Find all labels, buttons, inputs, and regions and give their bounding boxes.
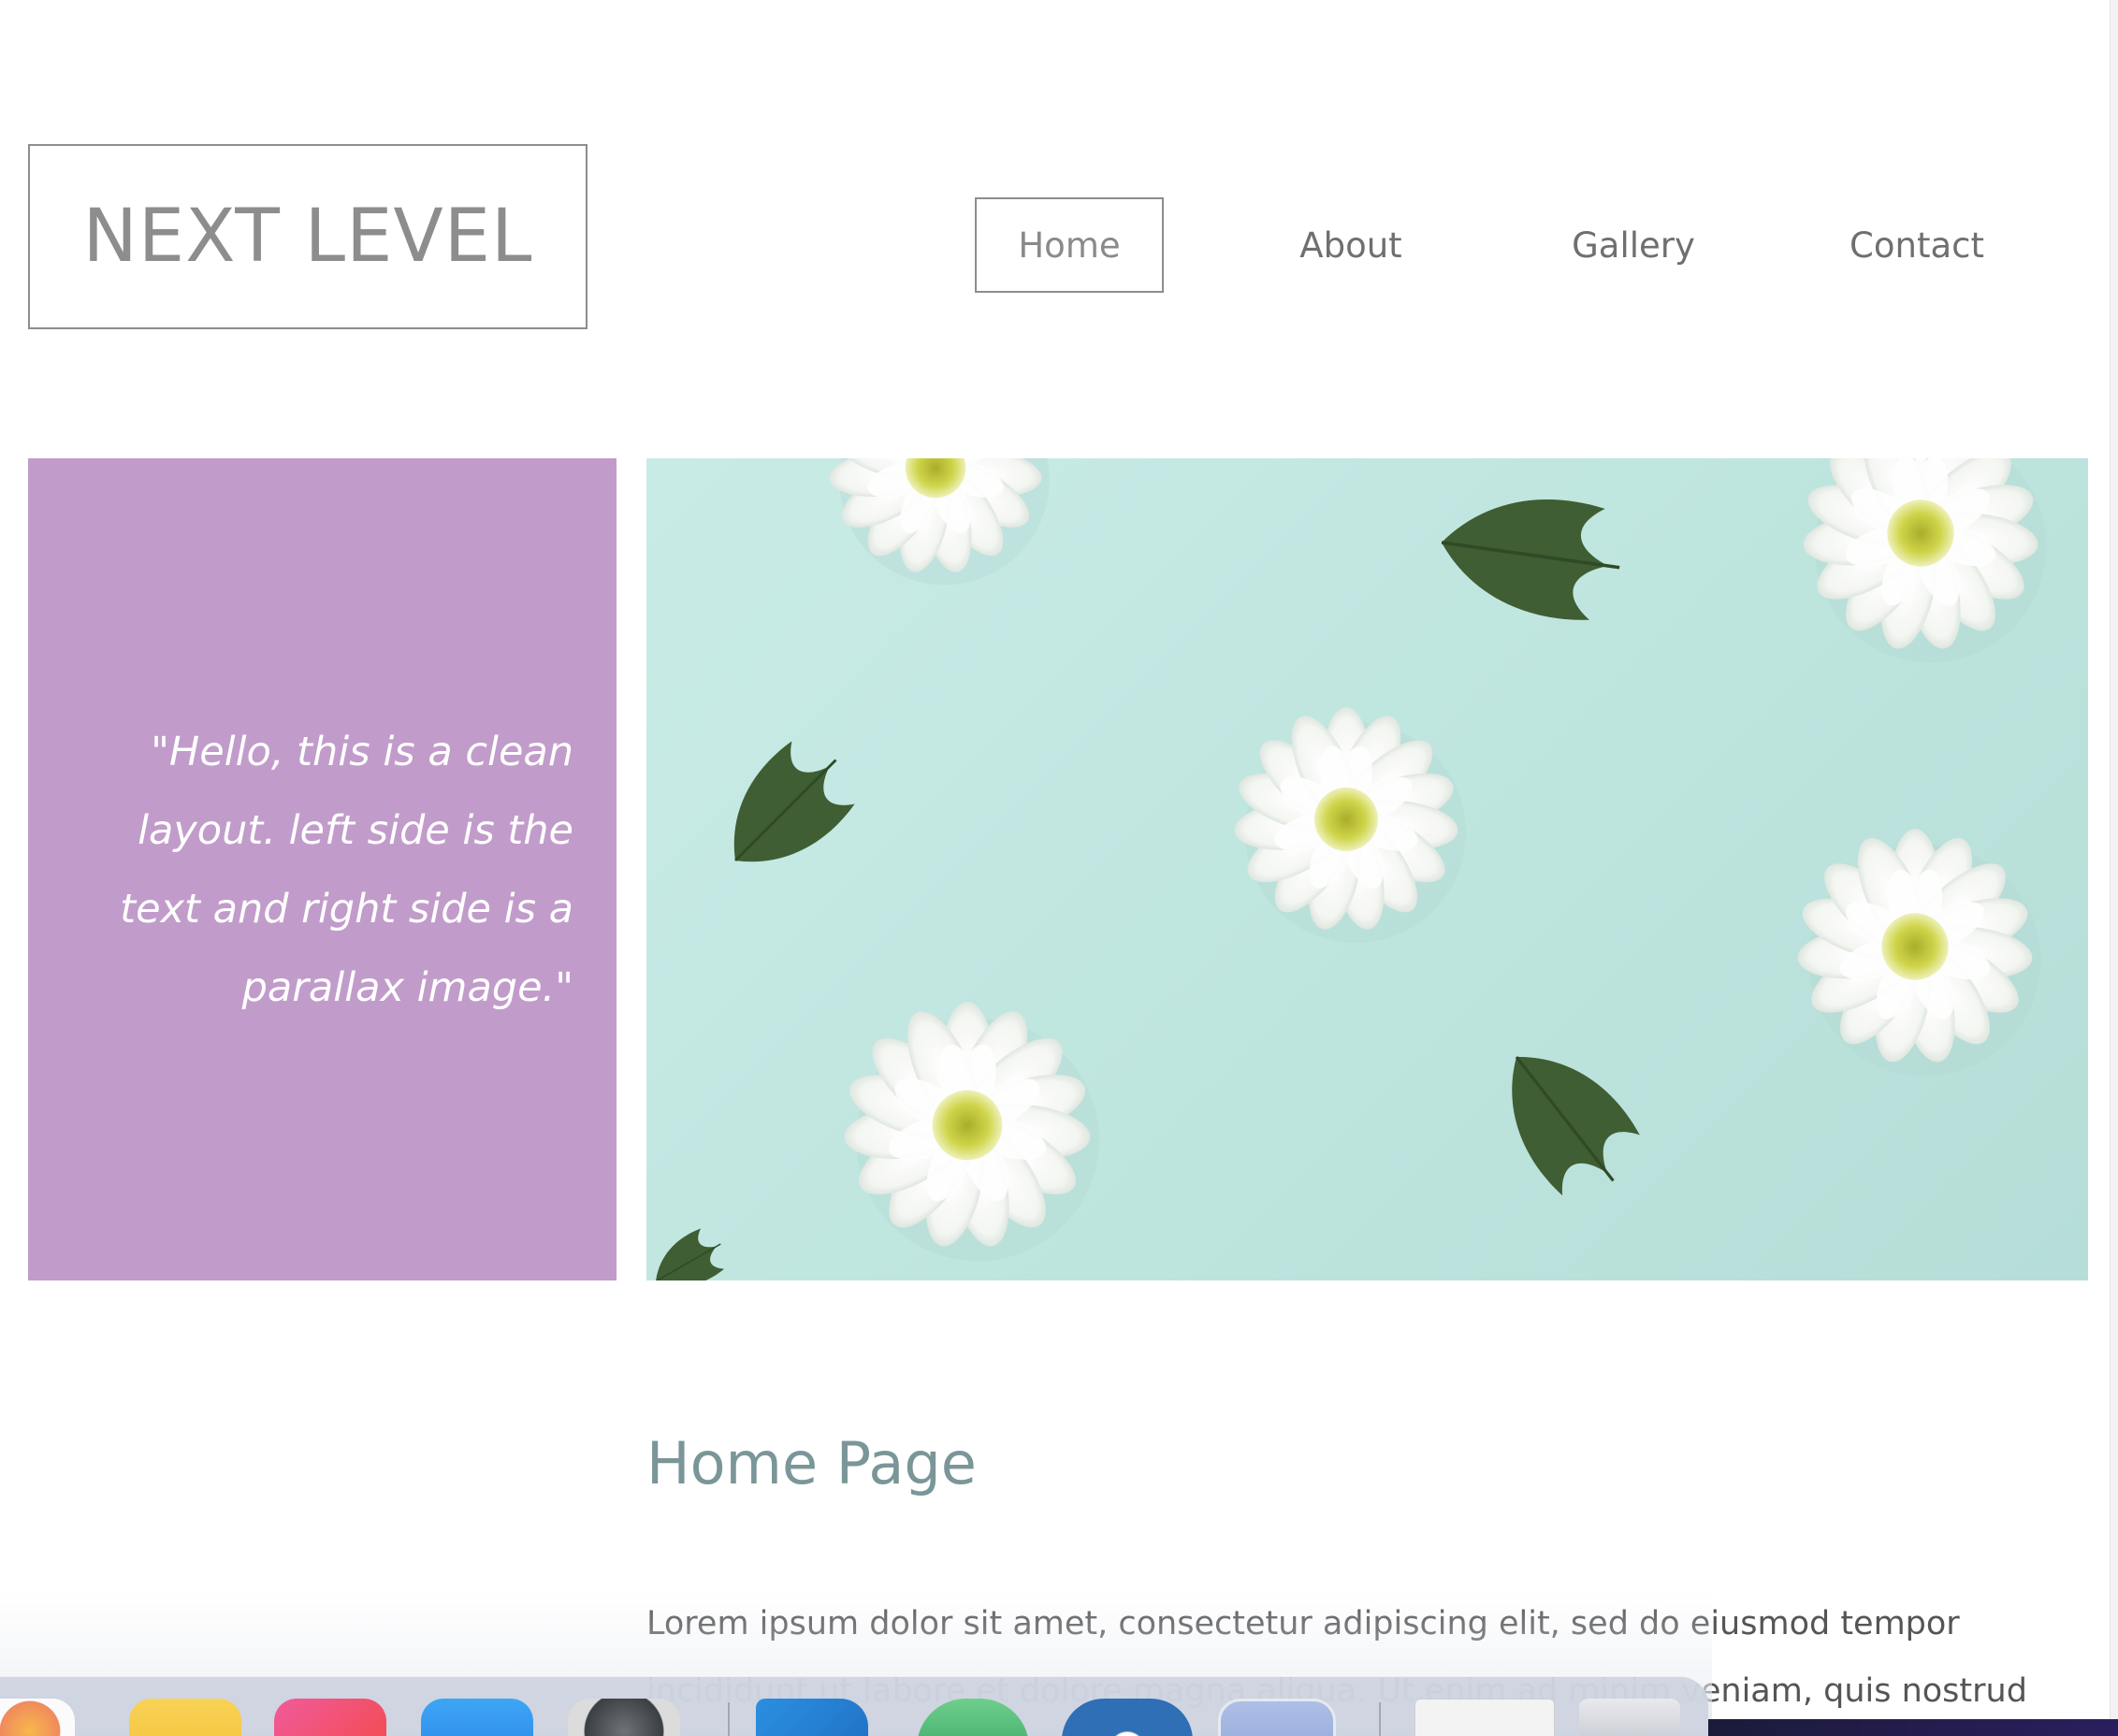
- nav-gallery[interactable]: Gallery: [1538, 197, 1729, 293]
- photos-icon[interactable]: [0, 1699, 75, 1736]
- app-store-icon[interactable]: [421, 1699, 533, 1736]
- document-thumbnail-icon[interactable]: [1414, 1699, 1555, 1736]
- notes-icon[interactable]: [129, 1699, 241, 1736]
- nav-about[interactable]: About: [1255, 197, 1446, 293]
- trash-icon[interactable]: [1579, 1699, 1680, 1736]
- dock-separator: [728, 1702, 730, 1736]
- nav-home[interactable]: Home: [975, 197, 1164, 293]
- hero-image: [646, 458, 2088, 1280]
- site-logo[interactable]: NEXT LEVEL: [28, 144, 588, 329]
- vscode-icon[interactable]: [756, 1699, 868, 1736]
- daisies-illustration: [646, 458, 2047, 1280]
- system-preferences-icon[interactable]: [568, 1699, 680, 1736]
- app-circle-icon[interactable]: [1062, 1699, 1193, 1736]
- nav-contact[interactable]: Contact: [1821, 197, 2013, 293]
- scrollbar[interactable]: [2110, 0, 2118, 1736]
- preview-icon[interactable]: [1218, 1699, 1336, 1736]
- desktop-wallpaper-strip: [1708, 1719, 2118, 1736]
- quote-text: "Hello, this is a clean layout. left sid…: [120, 728, 573, 1011]
- instagram-icon[interactable]: [274, 1699, 386, 1736]
- quote-panel: "Hello, this is a clean layout. left sid…: [28, 458, 617, 1280]
- page-title: Home Page: [646, 1429, 977, 1497]
- page: NEXT LEVEL Home About Gallery Contact "H…: [0, 0, 2118, 1736]
- logo-text: NEXT LEVEL: [82, 195, 533, 279]
- dock-separator-2: [1379, 1702, 1381, 1736]
